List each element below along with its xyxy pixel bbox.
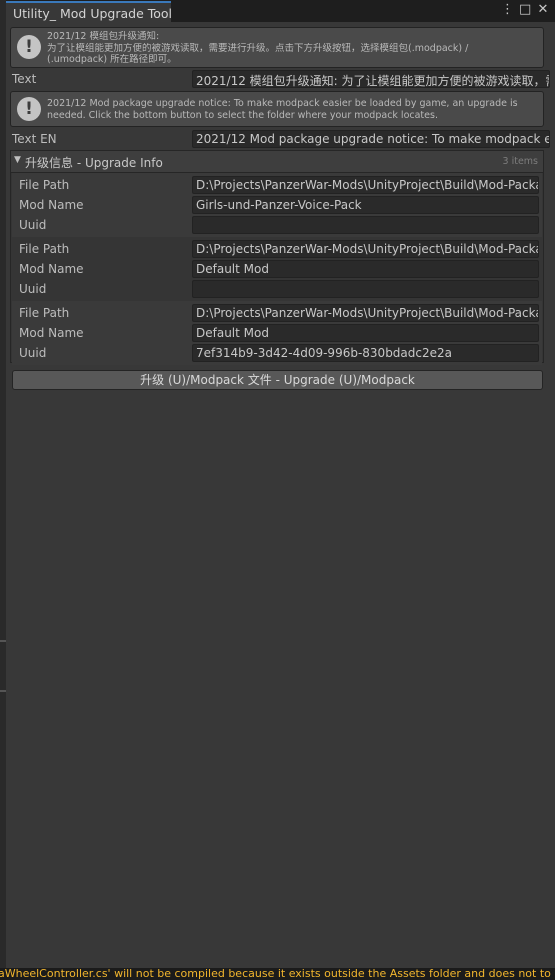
mod-name-row: Mod Name Default Mod xyxy=(12,323,542,343)
mod-name-label: Mod Name xyxy=(19,198,84,212)
notice-en-text: 2021/12 Mod package upgrade notice: To m… xyxy=(47,98,537,121)
uuid-value: 7ef314b9-3d42-4d09-996b-830bdadc2e2a xyxy=(196,346,452,360)
mod-upgrade-tool-window: Utility_ Mod Upgrade Tool ⋮ □ ✕ ! 2021/1… xyxy=(6,0,555,968)
mod-name-label: Mod Name xyxy=(19,326,84,340)
uuid-label: Uuid xyxy=(19,218,47,232)
mod-name-field[interactable]: Default Mod xyxy=(192,260,539,278)
console-warning-message: aWheelController.cs' will not be compile… xyxy=(0,968,551,980)
mod-name-value: Girls-und-Panzer-Voice-Pack xyxy=(196,198,362,212)
notice-en-line: 2021/12 Mod package upgrade notice: To m… xyxy=(47,98,518,109)
uuid-field[interactable]: 7ef314b9-3d42-4d09-996b-830bdadc2e2a xyxy=(192,344,539,362)
mod-name-field[interactable]: Girls-und-Panzer-Voice-Pack xyxy=(192,196,539,214)
text-label: Text xyxy=(12,72,37,86)
window-tab-bar: Utility_ Mod Upgrade Tool ⋮ □ ✕ xyxy=(6,0,555,22)
file-path-label: File Path xyxy=(19,306,70,320)
mod-name-field[interactable]: Default Mod xyxy=(192,324,539,342)
file-path-value: D:\Projects\PanzerWar-Mods\UnityProject\… xyxy=(196,306,539,320)
window-controls: ⋮ □ ✕ xyxy=(501,3,549,17)
file-path-field[interactable]: D:\Projects\PanzerWar-Mods\UnityProject\… xyxy=(192,240,539,258)
file-path-row: File Path D:\Projects\PanzerWar-Mods\Uni… xyxy=(12,303,542,323)
text-en-row: Text EN 2021/12 Mod package upgrade noti… xyxy=(6,129,555,149)
uuid-row: Uuid xyxy=(12,279,542,299)
notice-cn-line: 2021/12 模组包升级通知: xyxy=(47,31,160,42)
close-icon[interactable]: ✕ xyxy=(537,3,549,17)
uuid-label: Uuid xyxy=(19,282,47,296)
notice-cn-line: 为了让模组能更加方便的被游戏读取，需要进行升级。点击下方升级按钮，选择模组包(.… xyxy=(47,42,469,54)
text-field[interactable]: 2021/12 模组包升级通知: 为了让模组能更加方便的被游戏读取，需 xyxy=(192,70,550,88)
file-path-field[interactable]: D:\Projects\PanzerWar-Mods\UnityProject\… xyxy=(192,304,539,322)
upgrade-modpack-button[interactable]: 升级 (U)/Modpack 文件 - Upgrade (U)/Modpack xyxy=(12,370,543,390)
notice-cn-text: 2021/12 模组包升级通知: 为了让模组能更加方便的被游戏读取，需要进行升级… xyxy=(47,31,537,66)
upgrade-info-title: 升级信息 - Upgrade Info xyxy=(25,156,163,170)
uuid-row: Uuid 7ef314b9-3d42-4d09-996b-830bdadc2e2… xyxy=(12,343,542,363)
maximize-icon[interactable]: □ xyxy=(519,3,531,17)
uuid-row: Uuid xyxy=(12,215,542,235)
more-options-icon[interactable]: ⋮ xyxy=(501,3,514,17)
notice-en-line: needed. Click the bottom button to selec… xyxy=(47,109,438,121)
uuid-label: Uuid xyxy=(19,346,47,360)
file-path-field[interactable]: D:\Projects\PanzerWar-Mods\UnityProject\… xyxy=(192,176,539,194)
text-field-value: 2021/12 模组包升级通知: 为了让模组能更加方便的被游戏读取，需 xyxy=(196,74,550,88)
window-tab[interactable]: Utility_ Mod Upgrade Tool xyxy=(6,1,173,22)
text-row: Text 2021/12 模组包升级通知: 为了让模组能更加方便的被游戏读取，需 xyxy=(6,69,555,89)
mod-name-value: Default Mod xyxy=(196,326,269,340)
uuid-field[interactable] xyxy=(192,216,539,234)
file-path-label: File Path xyxy=(19,242,70,256)
info-icon: ! xyxy=(17,35,41,59)
notice-cn-line: (.umodpack) 所在路径即可。 xyxy=(47,54,177,65)
list-item: File Path D:\Projects\PanzerWar-Mods\Uni… xyxy=(12,237,542,301)
upgrade-info-header[interactable]: ▼ 升级信息 - Upgrade Info 3 items xyxy=(11,151,543,173)
text-en-label: Text EN xyxy=(12,132,57,146)
file-path-value: D:\Projects\PanzerWar-Mods\UnityProject\… xyxy=(196,242,539,256)
text-en-field-value: 2021/12 Mod package upgrade notice: To m… xyxy=(196,132,550,146)
text-en-field[interactable]: 2021/12 Mod package upgrade notice: To m… xyxy=(192,130,550,148)
file-path-label: File Path xyxy=(19,178,70,192)
file-path-row: File Path D:\Projects\PanzerWar-Mods\Uni… xyxy=(12,175,542,195)
info-icon: ! xyxy=(17,97,41,121)
mod-name-value: Default Mod xyxy=(196,262,269,276)
notice-en-helpbox: ! 2021/12 Mod package upgrade notice: To… xyxy=(10,91,544,127)
upgrade-info-list: ▼ 升级信息 - Upgrade Info 3 items File Path … xyxy=(10,150,544,365)
uuid-field[interactable] xyxy=(192,280,539,298)
foldout-arrow-icon[interactable]: ▼ xyxy=(14,155,21,165)
list-item: File Path D:\Projects\PanzerWar-Mods\Uni… xyxy=(12,173,542,237)
list-item: File Path D:\Projects\PanzerWar-Mods\Uni… xyxy=(12,301,542,365)
window-tab-title: Utility_ Mod Upgrade Tool xyxy=(13,6,173,21)
notice-cn-helpbox: ! 2021/12 模组包升级通知: 为了让模组能更加方便的被游戏读取，需要进行… xyxy=(10,27,544,68)
item-count: 3 items xyxy=(502,156,538,167)
console-status-bar[interactable]: aWheelController.cs' will not be compile… xyxy=(0,968,555,980)
mod-name-label: Mod Name xyxy=(19,262,84,276)
mod-name-row: Mod Name Default Mod xyxy=(12,259,542,279)
file-path-row: File Path D:\Projects\PanzerWar-Mods\Uni… xyxy=(12,239,542,259)
mod-name-row: Mod Name Girls-und-Panzer-Voice-Pack xyxy=(12,195,542,215)
file-path-value: D:\Projects\PanzerWar-Mods\UnityProject\… xyxy=(196,178,539,192)
